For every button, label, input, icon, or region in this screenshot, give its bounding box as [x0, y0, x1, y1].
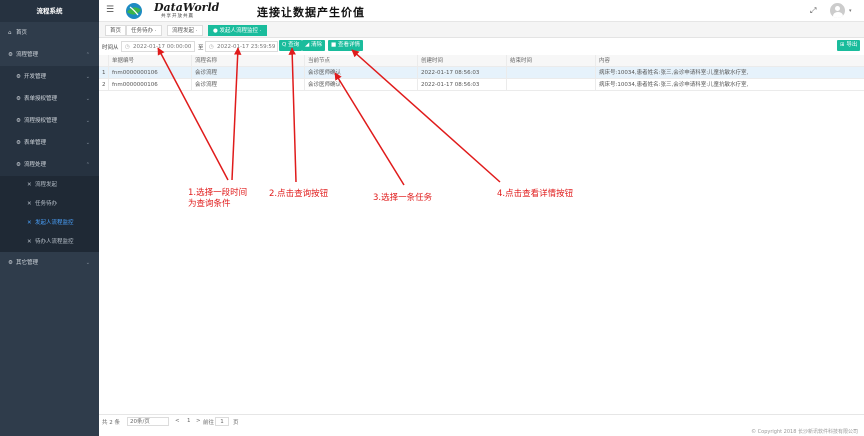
arrow-step4 — [351, 49, 501, 183]
page-size-select[interactable]: 20条/页 — [127, 417, 169, 426]
total-count: 共 2 条 — [102, 420, 120, 426]
copyright: © Copyright 2018 长沙新讯软件科技有限公司 — [751, 429, 858, 435]
annotation-step4: 4.点击查看详情按钮 — [497, 189, 574, 199]
annotation-step3: 3.选择一条任务 — [373, 193, 433, 203]
prev-page-button[interactable]: < — [175, 418, 180, 424]
arrow-step3 — [334, 72, 405, 186]
annotation-step1-line1: 1.选择一段时间 — [188, 188, 248, 198]
arrow-step2 — [288, 47, 297, 183]
page-number-marker: 1 — [187, 418, 191, 424]
annotation-step2: 2.点击查询按钮 — [269, 189, 329, 199]
page-unit: 页 — [233, 420, 239, 426]
next-page-button[interactable]: > — [196, 418, 201, 424]
annotation-step1: 1.选择一段时间 为查询条件 — [188, 188, 247, 210]
arrow-step1-from — [157, 47, 229, 181]
annotation-arrows — [157, 47, 501, 186]
page-input[interactable]: 1 — [215, 417, 229, 426]
goto-label: 前往 — [203, 420, 215, 426]
pagination: 共 2 条 20条/页 < 1 > 前往 1 页 — [99, 414, 864, 426]
arrow-step1-to — [231, 47, 242, 181]
annotation-step1-line2: 为查询条件 — [188, 199, 231, 209]
